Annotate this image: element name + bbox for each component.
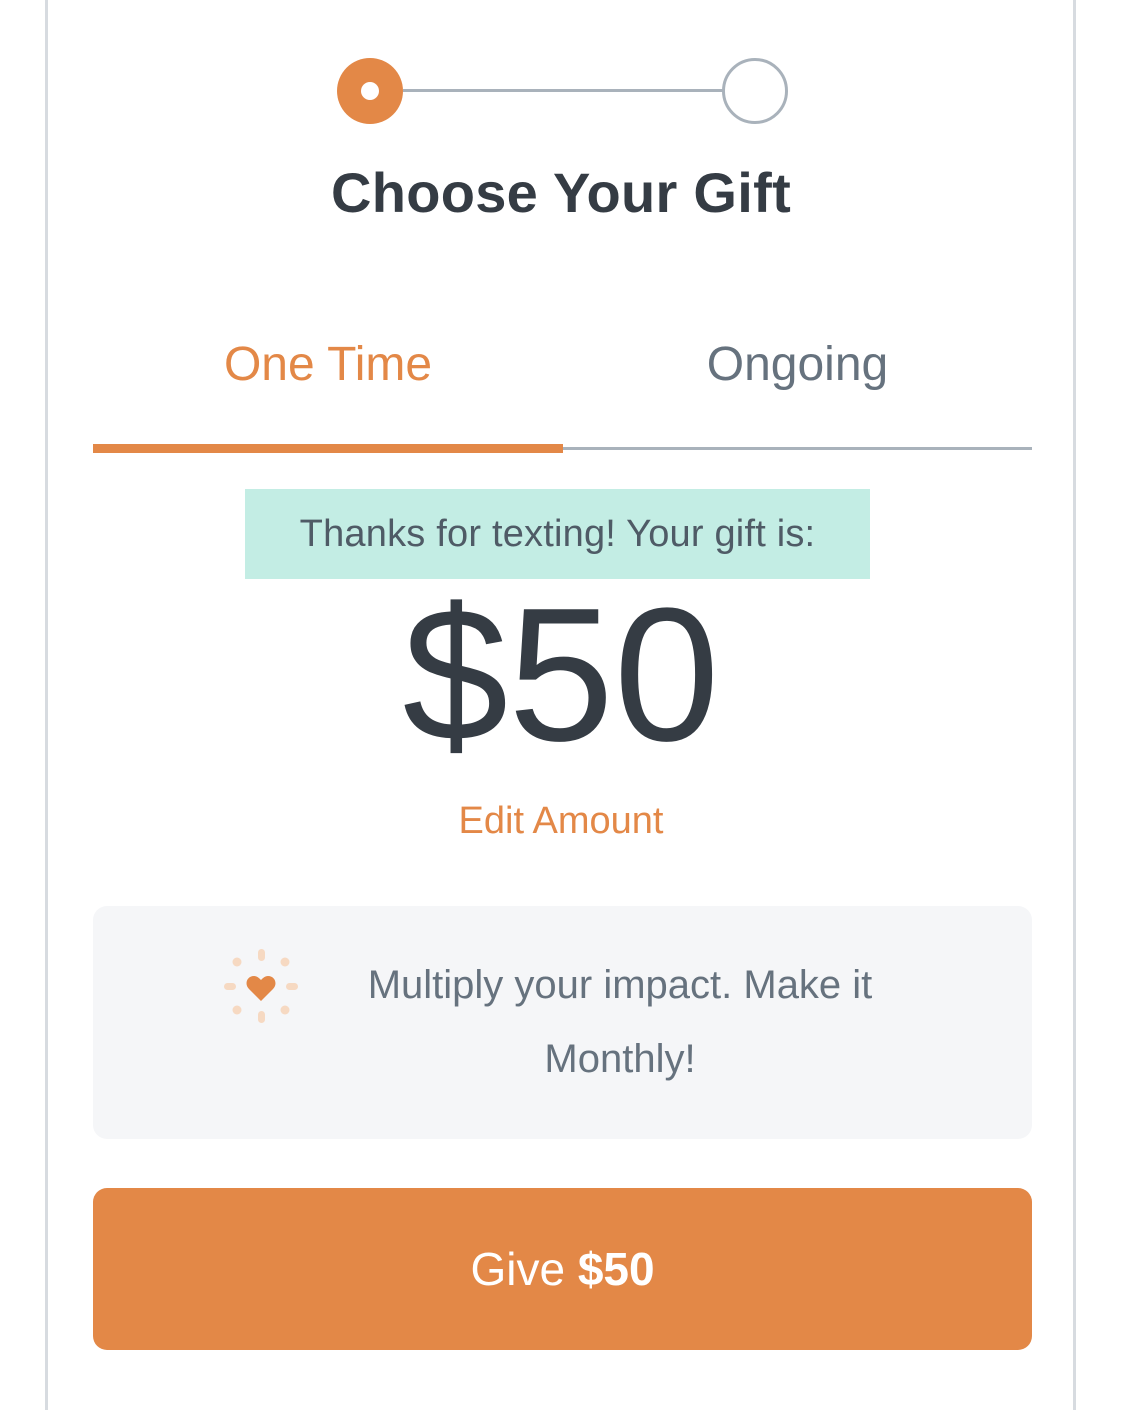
heart-sparkle-icon <box>224 949 298 1023</box>
give-button-amount: $50 <box>577 1243 655 1295</box>
step-2-indicator <box>722 58 788 124</box>
tab-active-indicator <box>93 444 563 453</box>
step-connector <box>403 89 723 92</box>
tab-ongoing[interactable]: Ongoing <box>563 337 1032 392</box>
give-button-prefix: Give <box>470 1243 578 1295</box>
edit-amount-link[interactable]: Edit Amount <box>0 800 1122 843</box>
give-button[interactable]: Give $50 <box>93 1188 1032 1350</box>
thanks-banner: Thanks for texting! Your gift is: <box>245 489 870 579</box>
progress-stepper <box>0 0 1122 130</box>
monthly-prompt-text: Multiply your impact. Make it Monthly! <box>367 963 873 1081</box>
page-title: Choose Your Gift <box>330 161 792 224</box>
gift-amount: $50 <box>402 569 720 781</box>
step-1-indicator <box>337 58 403 124</box>
tab-one-time[interactable]: One Time <box>93 337 563 392</box>
